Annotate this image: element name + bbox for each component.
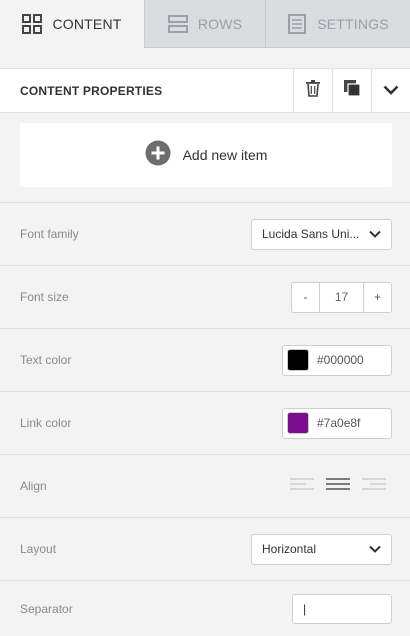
align-left-icon	[290, 477, 314, 496]
tab-settings[interactable]: SETTINGS	[265, 0, 410, 48]
settings-doc-icon	[287, 13, 307, 34]
font-family-value: Lucida Sans Uni...	[262, 227, 360, 241]
link-color-value: #7a0e8f	[317, 416, 361, 430]
separator-row: Separator	[0, 580, 410, 636]
align-right-button[interactable]	[356, 474, 392, 498]
chevron-down-icon	[369, 225, 381, 243]
text-color-label: Text color	[20, 353, 72, 367]
font-size-value[interactable]: 17	[319, 282, 364, 312]
link-color-row: Link color #7a0e8f	[0, 391, 410, 454]
decrement-button[interactable]: -	[292, 283, 319, 312]
tab-settings-label: SETTINGS	[317, 15, 389, 32]
delete-button[interactable]	[293, 69, 332, 112]
properties-panel: Add new item Font family Lucida Sans Uni…	[0, 113, 410, 636]
tab-rows-label: ROWS	[197, 15, 243, 32]
add-new-item-button[interactable]: Add new item	[20, 123, 392, 187]
panel-title: CONTENT PROPERTIES	[20, 83, 163, 98]
add-new-item-label: Add new item	[182, 147, 268, 163]
align-center-button[interactable]	[320, 474, 356, 498]
link-color-picker[interactable]: #7a0e8f	[282, 407, 392, 439]
font-size-label: Font size	[20, 290, 69, 304]
content-properties-header: CONTENT PROPERTIES	[0, 68, 410, 113]
align-label: Align	[20, 479, 47, 493]
font-family-row: Font family Lucida Sans Uni...	[0, 202, 410, 265]
duplicate-button[interactable]	[332, 69, 371, 112]
align-row: Align	[0, 454, 410, 517]
text-color-picker[interactable]: #000000	[282, 344, 392, 376]
align-right-icon	[362, 477, 386, 496]
duplicate-icon	[343, 79, 361, 102]
layout-label: Layout	[20, 542, 57, 556]
chevron-down-icon	[369, 540, 381, 558]
align-options	[284, 474, 392, 498]
link-color-label: Link color	[20, 416, 72, 430]
align-left-button[interactable]	[284, 474, 320, 498]
layout-row: Layout Horizontal	[0, 517, 410, 580]
align-center-icon	[326, 477, 350, 496]
font-size-stepper: - 17 +	[291, 281, 392, 313]
font-size-row: Font size - 17 +	[0, 265, 410, 328]
increment-button[interactable]: +	[364, 283, 391, 312]
text-color-value: #000000	[317, 353, 364, 367]
text-color-swatch	[287, 349, 309, 371]
text-color-row: Text color #000000	[0, 328, 410, 391]
tab-content[interactable]: CONTENT	[0, 0, 144, 48]
content-grid-icon	[22, 14, 43, 34]
rows-icon	[167, 14, 188, 34]
separator-input[interactable]	[292, 593, 392, 624]
plus-circle-icon	[145, 140, 171, 171]
separator-label: Separator	[20, 601, 73, 616]
tab-bar: CONTENT ROWS SETTINGS	[0, 0, 410, 48]
font-family-label: Font family	[20, 227, 79, 241]
layout-value: Horizontal	[262, 542, 317, 556]
layout-select[interactable]: Horizontal	[251, 533, 392, 565]
collapse-button[interactable]	[371, 69, 410, 112]
collapse-chevron-icon	[383, 82, 399, 100]
trash-icon	[305, 79, 321, 102]
font-family-select[interactable]: Lucida Sans Uni...	[251, 218, 392, 250]
tab-rows[interactable]: ROWS	[144, 0, 265, 48]
tab-content-label: CONTENT	[52, 16, 122, 32]
link-color-swatch	[287, 412, 309, 434]
